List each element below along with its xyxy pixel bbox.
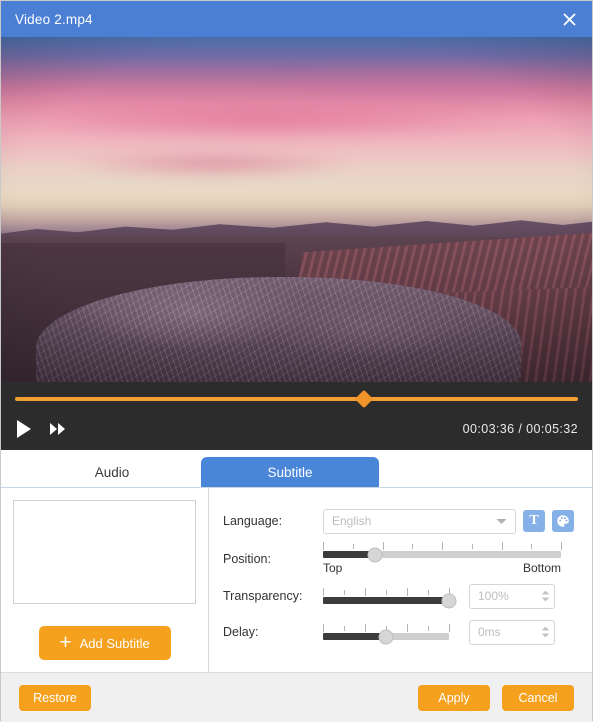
add-subtitle-button[interactable]: + Add Subtitle: [38, 626, 171, 660]
transparency-slider-ticks: [323, 588, 450, 596]
language-row: Language: English T: [223, 506, 574, 536]
close-icon[interactable]: [546, 1, 592, 37]
language-select[interactable]: English: [323, 508, 516, 534]
title-bar: Video 2.mp4: [1, 1, 592, 37]
footer-actions: Apply Cancel: [418, 684, 574, 711]
slider-tick: [365, 588, 366, 596]
fast-forward-icon[interactable]: [49, 422, 66, 436]
subtitle-list[interactable]: [13, 500, 196, 604]
transparency-slider-fill: [323, 597, 449, 604]
position-slider-ticks: [323, 542, 562, 550]
slider-tick: [352, 544, 354, 549]
slider-tick: [471, 544, 473, 549]
language-select-value: English: [332, 514, 372, 528]
slider-tick: [382, 542, 384, 550]
transparency-row: Transparency: 100%: [223, 581, 574, 611]
slider-tick: [442, 542, 443, 550]
transparency-value: 100%: [478, 589, 509, 603]
delay-label: Delay:: [223, 625, 259, 639]
tab-bar: Audio Subtitle: [1, 450, 592, 488]
tab-audio[interactable]: Audio: [23, 457, 201, 487]
delay-slider-handle[interactable]: [378, 629, 394, 644]
apply-button[interactable]: Apply: [418, 684, 490, 711]
chevron-down-icon: [496, 514, 507, 528]
total-time: 00:05:32: [526, 422, 578, 436]
slider-tick: [561, 542, 562, 550]
slider-tick: [412, 544, 414, 549]
subtitle-list-pane: + Add Subtitle: [1, 488, 209, 672]
slider-tick: [501, 542, 503, 550]
transparency-slider-wrap: [323, 588, 457, 608]
position-min-label: Top: [323, 561, 343, 575]
transport-row: 00:03:36 / 00:05:32: [15, 416, 578, 442]
slider-tick: [449, 624, 450, 632]
delay-control: 0ms: [323, 619, 574, 645]
window-title: Video 2.mp4: [15, 11, 93, 27]
slider-tick: [428, 590, 429, 595]
play-icon[interactable]: [15, 419, 33, 439]
color-palette-icon[interactable]: [552, 510, 574, 532]
delay-stepper[interactable]: [541, 626, 550, 638]
delay-slider-fill: [323, 633, 386, 640]
transparency-slider[interactable]: [323, 593, 457, 608]
transparency-control: 100%: [323, 583, 574, 609]
position-row: Position: Top Bottom: [223, 542, 574, 575]
slider-tick: [407, 588, 408, 596]
language-control: English T: [323, 508, 574, 534]
cancel-button[interactable]: Cancel: [502, 684, 574, 711]
position-slider-wrap: Top Bottom: [323, 542, 562, 575]
slider-tick: [323, 624, 324, 632]
video-preview[interactable]: [1, 37, 592, 382]
transparency-stepper[interactable]: [541, 590, 550, 602]
subtitle-settings-window: Video 2.mp4 00:03:36 / 00:05:32 Audio Su…: [0, 0, 593, 722]
tab-subtitle[interactable]: Subtitle: [201, 457, 379, 487]
current-time: 00:03:36: [462, 422, 515, 436]
seek-handle[interactable]: [354, 389, 374, 409]
slider-tick: [531, 544, 533, 549]
seek-bar-row: [15, 389, 578, 409]
delay-slider[interactable]: [323, 629, 449, 644]
slider-tick: [386, 590, 387, 595]
seek-bar[interactable]: [15, 389, 578, 409]
delay-slider-wrap: [323, 624, 450, 644]
slider-tick: [344, 590, 345, 595]
slider-tick: [323, 588, 324, 596]
language-label: Language:: [223, 514, 283, 528]
position-control: Top Bottom: [323, 542, 574, 575]
delay-input[interactable]: 0ms: [469, 619, 555, 645]
position-label: Position:: [223, 551, 271, 566]
slider-tick: [407, 624, 408, 632]
transparency-label: Transparency:: [223, 589, 303, 603]
slider-tick: [428, 626, 429, 631]
footer-bar: Restore Apply Cancel: [1, 672, 592, 722]
slider-tick: [365, 624, 366, 632]
settings-body: + Add Subtitle Language: English T Posit…: [1, 488, 592, 672]
player-controls: 00:03:36 / 00:05:32: [1, 382, 592, 450]
position-slider-handle[interactable]: [367, 547, 383, 562]
transparency-input[interactable]: 100%: [469, 583, 555, 609]
position-max-label: Bottom: [522, 561, 561, 575]
delay-row: Delay: 0ms: [223, 617, 574, 647]
subtitle-settings-pane: Language: English T Position: Top Bottom…: [209, 488, 592, 672]
restore-button[interactable]: Restore: [19, 684, 91, 711]
position-slider[interactable]: [323, 547, 561, 562]
plus-icon: +: [59, 630, 72, 654]
position-slider-labels: Top Bottom: [323, 561, 561, 575]
slider-tick: [323, 542, 324, 550]
vignette-overlay: [1, 37, 592, 382]
add-subtitle-label: Add Subtitle: [79, 635, 150, 651]
transparency-slider-handle[interactable]: [441, 593, 457, 608]
time-display: 00:03:36 / 00:05:32: [463, 422, 578, 436]
delay-value: 0ms: [478, 625, 501, 639]
slider-tick: [344, 626, 345, 631]
text-format-icon[interactable]: T: [523, 510, 545, 532]
time-separator: /: [518, 422, 523, 436]
